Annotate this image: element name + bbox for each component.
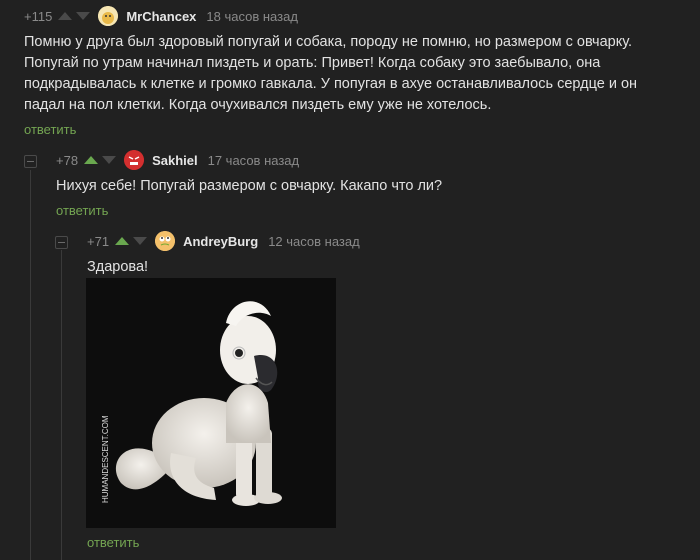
comment-time[interactable]: 18 часов назад [206,9,298,24]
comment-rating: +71 [87,233,110,249]
comment-author[interactable]: MrChancex [126,9,196,24]
avatar-image-icon [98,6,119,26]
comment-time[interactable]: 12 часов назад [268,234,360,249]
comment-mrchancex: +115 MrChancex 18 часов назад Помню у др… [24,6,684,137]
upvote-icon[interactable] [84,156,99,164]
thread-line-level2 [61,250,62,560]
downvote-icon[interactable] [133,237,148,245]
comment-text: Помню у друга был здоровый попугай и соб… [24,34,638,113]
comment-time[interactable]: 17 часов назад [208,153,300,168]
upvote-icon[interactable] [58,12,73,20]
eye-roll-face-icon [155,231,176,251]
collapse-button[interactable] [24,155,37,168]
comment-header: +71 AndreyBurg 12 часов назад [87,231,687,251]
comment-image[interactable]: HUMANDESCENT.COM [86,278,336,528]
comment-andreyburg: +71 AndreyBurg 12 часов назад Здарова! H… [86,231,687,550]
reply-link[interactable]: ответить [56,203,686,218]
comment-sakhiel: +78 Sakhiel 17 часов назад Нихуя себе! П… [56,150,686,218]
comment-header: +78 Sakhiel 17 часов назад [56,150,686,170]
avatar[interactable] [98,6,119,26]
thread-line-level1 [30,170,31,560]
comment-text: Нихуя себе! Попугай размером с овчарку. … [56,178,443,194]
comment-author[interactable]: Sakhiel [152,153,198,168]
reply-link[interactable]: ответить [24,122,684,137]
comment-rating: +78 [56,152,79,168]
avatar[interactable] [155,231,176,251]
comment-author[interactable]: AndreyBurg [183,234,258,249]
reply-link[interactable]: ответить [87,535,139,550]
comment-header: +115 MrChancex 18 часов назад [24,6,684,26]
downvote-icon[interactable] [102,156,117,164]
angry-face-icon [124,150,145,170]
image-watermark: HUMANDESCENT.COM [101,415,110,503]
avatar[interactable] [124,150,145,170]
comment-text: Здарова! [87,259,149,275]
collapse-button[interactable] [55,236,68,249]
downvote-icon[interactable] [76,12,91,20]
cockatoo-dog-illustration: HUMANDESCENT.COM [101,301,282,506]
upvote-icon[interactable] [115,237,130,245]
comment-rating: +115 [24,8,53,24]
